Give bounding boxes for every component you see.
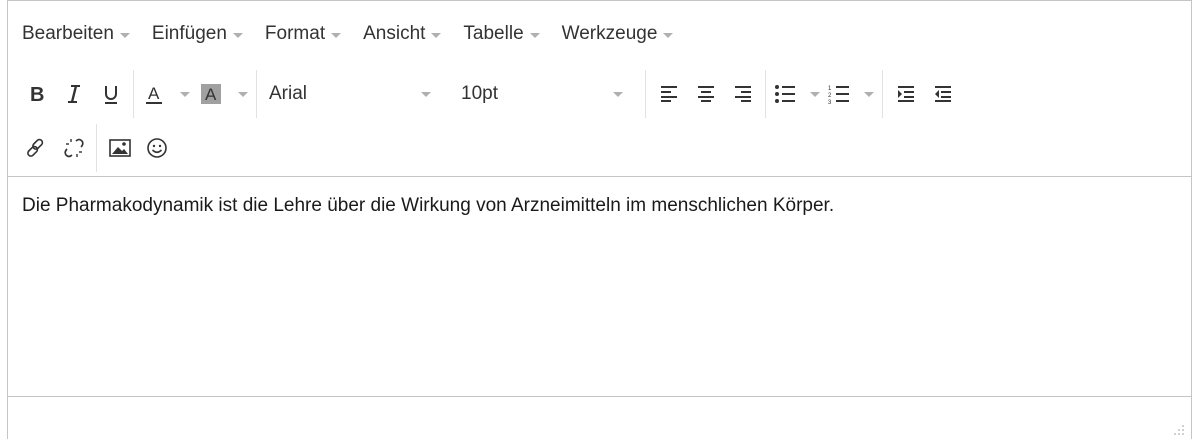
- insert-emoticon-button[interactable]: [138, 128, 175, 168]
- bold-icon: B: [30, 84, 44, 105]
- chevron-down-icon: [431, 32, 442, 38]
- italic-icon: [67, 85, 80, 103]
- insert-group: [97, 124, 179, 172]
- svg-text:1: 1: [828, 86, 832, 92]
- toolbar-row-1: B A A Arial 10pt 1 2 3: [8, 67, 1191, 121]
- chevron-down-icon: [232, 32, 243, 38]
- resize-handle-icon[interactable]: [1173, 424, 1185, 436]
- font-family-select[interactable]: Arial: [261, 74, 451, 114]
- insert-link-button[interactable]: [18, 128, 55, 168]
- numbered-list-button[interactable]: 123: [824, 74, 878, 114]
- menu-view-label: Ansicht: [363, 23, 426, 44]
- background-color-button[interactable]: A: [194, 74, 252, 114]
- svg-text:B: B: [30, 84, 44, 105]
- menu-table[interactable]: Tabelle: [463, 14, 540, 54]
- menu-table-label: Tabelle: [463, 23, 524, 44]
- menu-format[interactable]: Format: [264, 14, 342, 54]
- editor-header: Bearbeiten Einfügen Format Ansicht Tabel…: [8, 1, 1191, 177]
- bullet-list-button[interactable]: [770, 74, 824, 114]
- svg-text:3: 3: [828, 100, 832, 104]
- menu-insert[interactable]: Einfügen: [152, 14, 243, 54]
- underline-icon: [104, 86, 117, 104]
- text-color-glyph: A: [148, 84, 160, 103]
- align-group: [646, 70, 766, 118]
- smiley-icon: [146, 138, 167, 158]
- chevron-down-icon: [529, 32, 540, 38]
- remove-link-button[interactable]: [55, 128, 92, 168]
- font-family-value: Arial: [269, 83, 308, 104]
- text-color-button[interactable]: A: [138, 74, 194, 114]
- svg-text:A: A: [205, 85, 217, 104]
- chevron-down-icon: [864, 91, 874, 97]
- unlink-icon: [63, 138, 84, 158]
- editor-statusbar: [8, 396, 1191, 440]
- link-group: [14, 124, 97, 172]
- menubar: Bearbeiten Einfügen Format Ansicht Tabel…: [8, 1, 1191, 67]
- menu-edit[interactable]: Bearbeiten: [22, 14, 130, 54]
- indent-button[interactable]: [887, 74, 924, 114]
- align-right-button[interactable]: [724, 74, 761, 114]
- background-color-icon: A: [201, 84, 221, 104]
- bullet-list-icon: [775, 85, 795, 103]
- bold-button[interactable]: B: [18, 74, 55, 114]
- menu-format-label: Format: [264, 23, 326, 44]
- align-left-icon: [660, 86, 677, 102]
- menu-tools[interactable]: Werkzeuge: [562, 14, 674, 54]
- indent-icon: [897, 86, 914, 102]
- chevron-down-icon: [663, 32, 674, 38]
- list-group: 123: [766, 70, 883, 118]
- insert-image-button[interactable]: [101, 128, 138, 168]
- numbered-list-icon: 123: [828, 86, 849, 104]
- menu-view[interactable]: Ansicht: [363, 14, 442, 54]
- menu-insert-label: Einfügen: [151, 23, 227, 44]
- svg-text:2: 2: [828, 93, 832, 99]
- chevron-down-icon: [613, 91, 623, 97]
- chevron-down-icon: [238, 91, 248, 97]
- text-color-icon: A: [146, 84, 162, 104]
- text-style-group: B: [14, 70, 134, 118]
- toolbar-row-2: [8, 121, 1191, 175]
- chevron-down-icon: [810, 91, 820, 97]
- chevron-down-icon: [421, 91, 431, 97]
- italic-button[interactable]: [55, 74, 92, 114]
- link-icon: [26, 138, 43, 157]
- underline-button[interactable]: [92, 74, 129, 114]
- chevron-down-icon: [119, 32, 130, 38]
- outdent-icon: [934, 86, 951, 102]
- align-left-button[interactable]: [650, 74, 687, 114]
- chevron-down-icon: [180, 91, 190, 97]
- chevron-down-icon: [331, 32, 342, 38]
- color-group: A A: [134, 70, 257, 118]
- align-right-icon: [734, 86, 751, 102]
- font-size-value: 10pt: [461, 83, 498, 104]
- align-center-button[interactable]: [687, 74, 724, 114]
- font-group: Arial 10pt: [257, 70, 646, 118]
- menu-edit-label: Bearbeiten: [22, 23, 114, 44]
- menu-tools-label: Werkzeuge: [561, 23, 658, 44]
- rich-text-editor: Bearbeiten Einfügen Format Ansicht Tabel…: [7, 0, 1192, 440]
- indent-group: [883, 70, 965, 118]
- align-center-icon: [697, 86, 714, 102]
- editor-content-area[interactable]: Die Pharmakodynamik ist die Lehre über d…: [8, 177, 1191, 397]
- font-size-select[interactable]: 10pt: [451, 74, 641, 114]
- outdent-button[interactable]: [924, 74, 961, 114]
- content-paragraph[interactable]: Die Pharmakodynamik ist die Lehre über d…: [22, 195, 1177, 217]
- image-icon: [108, 139, 131, 157]
